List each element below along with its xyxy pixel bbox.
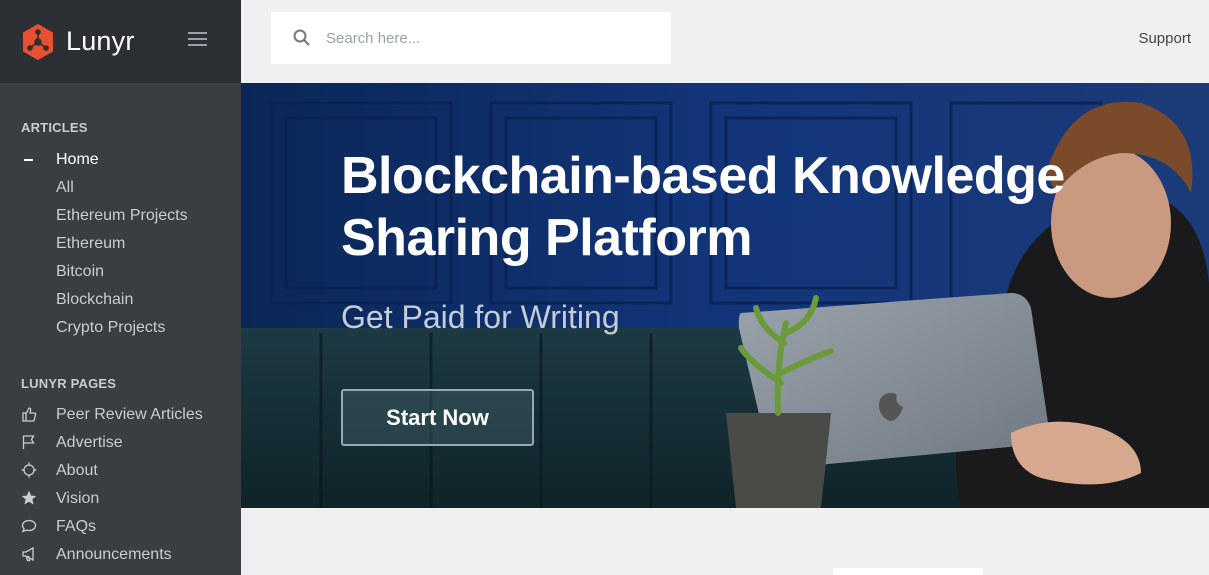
sidebar-item-label: Announcements bbox=[56, 546, 172, 563]
sidebar-item-label: About bbox=[56, 462, 98, 479]
chat-bubble-icon bbox=[21, 519, 37, 533]
crosshair-icon bbox=[21, 462, 37, 478]
lunyr-logo-icon[interactable] bbox=[21, 23, 55, 61]
sidebar-item-label: All bbox=[56, 179, 74, 196]
content-area bbox=[241, 508, 1209, 575]
sidebar-item-label: Crypto Projects bbox=[56, 319, 166, 336]
sidebar-item-blockchain[interactable]: Blockchain bbox=[0, 286, 241, 314]
brand-header: Lunyr bbox=[0, 0, 241, 83]
sidebar-item-label: FAQs bbox=[56, 518, 97, 535]
sidebar-item-ethereum[interactable]: Ethereum bbox=[0, 230, 241, 258]
sidebar-item-peer-review[interactable]: Peer Review Articles bbox=[0, 401, 241, 429]
sidebar-item-label: Home bbox=[56, 151, 99, 168]
sidebar: Lunyr ARTICLES Home All Ethereum Project… bbox=[0, 0, 241, 575]
start-now-button[interactable]: Start Now bbox=[341, 389, 534, 446]
pages-nav: Peer Review Articles Advertise About Vis… bbox=[0, 401, 241, 569]
thumbs-up-icon bbox=[22, 407, 37, 422]
sidebar-item-ethereum-projects[interactable]: Ethereum Projects bbox=[0, 202, 241, 230]
sidebar-item-label: Vision bbox=[56, 490, 100, 507]
menu-toggle-icon[interactable] bbox=[188, 32, 207, 46]
articles-section-title: ARTICLES bbox=[21, 120, 88, 135]
sidebar-item-home[interactable]: Home bbox=[0, 146, 241, 174]
sidebar-item-faqs[interactable]: FAQs bbox=[0, 513, 241, 541]
search-icon[interactable] bbox=[292, 28, 312, 48]
sidebar-item-announcements[interactable]: Announcements bbox=[0, 541, 241, 569]
brand-name[interactable]: Lunyr bbox=[66, 26, 135, 57]
articles-nav: Home All Ethereum Projects Ethereum Bitc… bbox=[0, 146, 241, 342]
pages-section-title: LUNYR PAGES bbox=[21, 376, 117, 391]
active-dash-icon bbox=[24, 159, 33, 161]
sidebar-item-label: Bitcoin bbox=[56, 263, 105, 280]
top-bar: Support bbox=[241, 0, 1209, 83]
sidebar-item-label: Blockchain bbox=[56, 291, 134, 308]
hero-banner: Blockchain-based Knowledge Sharing Platf… bbox=[241, 83, 1209, 508]
sidebar-item-vision[interactable]: Vision bbox=[0, 485, 241, 513]
support-link[interactable]: Support bbox=[1138, 30, 1191, 47]
sidebar-item-about[interactable]: About bbox=[0, 457, 241, 485]
sidebar-item-label: Ethereum Projects bbox=[56, 207, 188, 224]
content-card bbox=[833, 568, 983, 575]
hero-title: Blockchain-based Knowledge Sharing Platf… bbox=[341, 147, 1065, 267]
sidebar-item-label: Advertise bbox=[56, 434, 123, 451]
star-icon bbox=[21, 490, 37, 505]
sidebar-item-all[interactable]: All bbox=[0, 174, 241, 202]
search-input[interactable] bbox=[326, 29, 646, 47]
sidebar-item-label: Peer Review Articles bbox=[56, 406, 203, 423]
search-box[interactable] bbox=[271, 12, 671, 64]
megaphone-icon bbox=[22, 546, 34, 562]
sidebar-item-crypto-projects[interactable]: Crypto Projects bbox=[0, 314, 241, 342]
sidebar-item-label: Ethereum bbox=[56, 235, 126, 252]
hero-subtitle: Get Paid for Writing bbox=[341, 299, 620, 335]
sidebar-item-advertise[interactable]: Advertise bbox=[0, 429, 241, 457]
flag-icon bbox=[22, 435, 35, 449]
sidebar-item-bitcoin[interactable]: Bitcoin bbox=[0, 258, 241, 286]
